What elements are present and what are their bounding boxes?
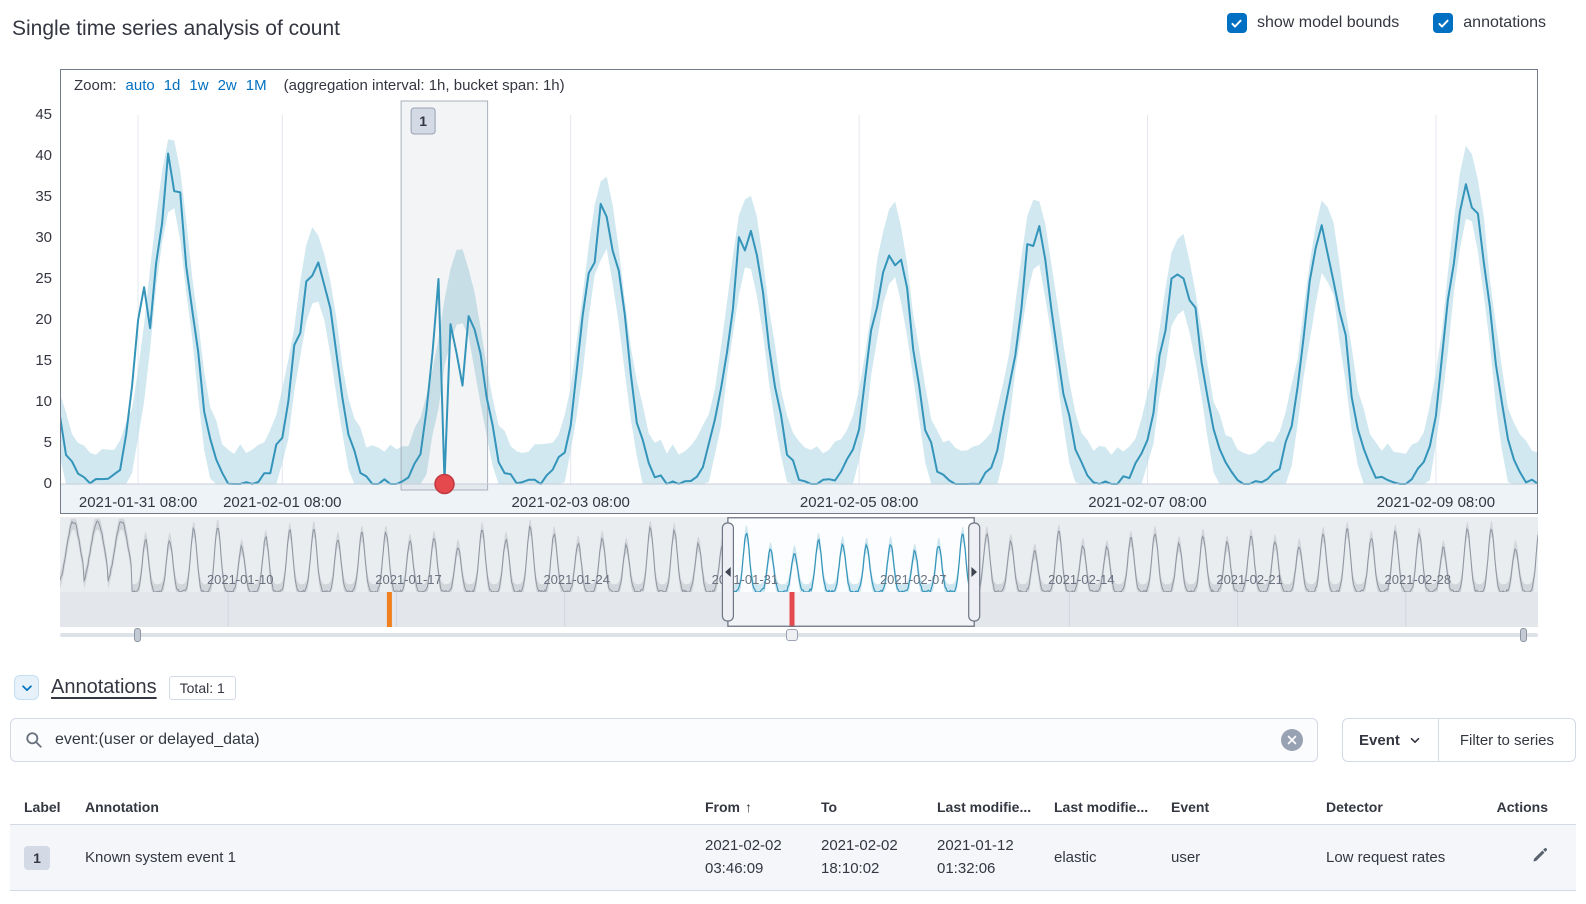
checkbox-checked-icon[interactable] (1433, 13, 1453, 33)
context-chart[interactable]: 2021-01-10 2021-01-17 2021-01-24 2021-01-31… (60, 517, 1538, 627)
cell-to: 2021-02-02 18:10:02 (821, 835, 937, 880)
header-last-modified[interactable]: Last modifie... (937, 799, 1054, 815)
cell-last-modified-by: elastic (1054, 849, 1171, 866)
sort-asc-icon: ↑ (745, 799, 752, 815)
aggregation-note: (aggregation interval: 1h, bucket span: … (284, 77, 565, 94)
y-tick-label: 30 (35, 229, 52, 246)
header-actions: Actions (1491, 799, 1576, 815)
annotations-toolbar: Event Filter to series (10, 718, 1576, 762)
zoom-2w-link[interactable]: 2w (218, 77, 237, 94)
header-detector[interactable]: Detector (1326, 799, 1491, 815)
context-tick-label: 2021-01-17 (375, 572, 442, 587)
focus-chart-panel: Zoom: auto 1d 1w 2w 1M (aggregation inte… (60, 69, 1538, 514)
anomaly-marker[interactable] (435, 474, 454, 493)
x-tick-label: 2021-02-03 08:00 (511, 494, 629, 511)
page-title: Single time series analysis of count (12, 17, 340, 41)
focus-chart[interactable]: 1 2021-01-31 08:00 2021-02-01 08:00 2021-02… (60, 69, 1538, 513)
annotations-total-badge: Total: 1 (169, 676, 236, 700)
context-tick-label: 2021-01-24 (543, 572, 610, 587)
header-from-label: From (705, 799, 740, 815)
x-tick-label: 2021-02-05 08:00 (799, 494, 917, 511)
context-anomaly-tick (790, 592, 795, 627)
cell-event: user (1171, 849, 1326, 866)
context-tick-label: 2021-02-28 (1385, 572, 1452, 587)
timeline-scrollbar[interactable] (60, 628, 1538, 643)
annotations-checkbox[interactable]: annotations (1433, 13, 1546, 33)
y-tick-label: 35 (35, 188, 52, 205)
y-tick-label: 0 (44, 475, 52, 492)
show-model-bounds-checkbox[interactable]: show model bounds (1227, 13, 1399, 33)
cell-detector: Low request rates (1326, 849, 1491, 866)
header-last-modified-by[interactable]: Last modifie... (1054, 799, 1171, 815)
x-tick-label: 2021-02-07 08:00 (1088, 494, 1206, 511)
single-metric-viewer: Single time series analysis of count sho… (0, 0, 1586, 904)
y-tick-label: 25 (35, 270, 52, 287)
header-event[interactable]: Event (1171, 799, 1326, 815)
chart-controls: show model bounds annotations (1227, 13, 1546, 33)
annotation-label-badge: 1 (24, 846, 50, 870)
event-filter-label: Event (1359, 732, 1400, 749)
cell-from: 2021-02-02 03:46:09 (705, 835, 821, 880)
context-tick-label: 2021-01-10 (207, 572, 274, 587)
y-axis: 0 5 10 15 20 25 30 35 40 45 (0, 69, 52, 513)
selection-left-handle[interactable] (722, 523, 733, 621)
y-tick-label: 40 (35, 147, 52, 164)
table-header-row: Label Annotation From ↑ To Last modifie..… (10, 794, 1576, 825)
header-label[interactable]: Label (10, 799, 85, 815)
y-tick-label: 10 (35, 393, 52, 410)
clear-search-icon[interactable] (1281, 729, 1303, 751)
zoom-label: Zoom: (74, 77, 117, 94)
context-tick-label: 2021-01-31 (712, 572, 779, 587)
annotations-section-header: Annotations Total: 1 (14, 675, 236, 700)
event-filter-button[interactable]: Event (1343, 719, 1438, 761)
checkbox-label: annotations (1463, 14, 1546, 32)
zoom-1M-link[interactable]: 1M (246, 77, 267, 94)
x-tick-label: 2021-02-09 08:00 (1376, 494, 1494, 511)
table-row: 1 Known system event 1 2021-02-02 03:46:… (10, 825, 1576, 891)
y-tick-label: 20 (35, 311, 52, 328)
annotations-search[interactable] (10, 718, 1318, 762)
cell-label: 1 (10, 846, 85, 870)
checkbox-checked-icon[interactable] (1227, 13, 1247, 33)
context-tick-label: 2021-02-07 (880, 572, 947, 587)
cell-last-modified: 2021-01-12 01:32:06 (937, 835, 1054, 880)
zoom-1w-link[interactable]: 1w (189, 77, 208, 94)
annotation-band-label[interactable]: 1 (411, 108, 435, 134)
cell-actions (1491, 847, 1576, 868)
zoom-auto-link[interactable]: auto (126, 77, 155, 94)
selection-right-handle[interactable] (969, 523, 980, 621)
annotations-section-title: Annotations (51, 676, 157, 699)
search-input[interactable] (53, 730, 1271, 750)
context-tick-label: 2021-02-14 (1048, 572, 1115, 587)
y-tick-label: 15 (35, 352, 52, 369)
header-annotation[interactable]: Annotation (85, 799, 705, 815)
scrollbar-left-handle[interactable] (134, 628, 141, 642)
edit-annotation-icon[interactable] (1531, 847, 1548, 864)
x-tick-label: 2021-02-01 08:00 (223, 494, 341, 511)
filter-to-series-label: Filter to series (1460, 732, 1554, 749)
annotations-table: Label Annotation From ↑ To Last modifie..… (10, 794, 1576, 891)
cell-annotation: Known system event 1 (85, 849, 705, 866)
y-tick-label: 5 (44, 434, 52, 451)
collapse-section-button[interactable] (14, 675, 39, 700)
svg-text:1: 1 (419, 113, 427, 129)
checkbox-label: show model bounds (1257, 14, 1399, 32)
context-anomaly-tick (387, 592, 392, 627)
annotation-band[interactable] (401, 101, 488, 490)
chevron-down-icon (20, 681, 34, 695)
chevron-down-icon (1408, 733, 1422, 747)
y-tick-label: 45 (35, 106, 52, 123)
zoom-1d-link[interactable]: 1d (164, 77, 181, 94)
scrollbar-annotation-handle[interactable] (786, 629, 798, 641)
header-from[interactable]: From ↑ (705, 799, 821, 815)
scrollbar-track[interactable] (60, 633, 1538, 637)
context-tick-label: 2021-02-21 (1216, 572, 1283, 587)
filter-to-series-button[interactable]: Filter to series (1439, 719, 1575, 761)
search-icon (25, 731, 43, 749)
header-to[interactable]: To (821, 799, 937, 815)
x-tick-label: 2021-01-31 08:00 (78, 494, 196, 511)
annotations-filter-group: Event Filter to series (1342, 718, 1576, 762)
zoom-controls: Zoom: auto 1d 1w 2w 1M (aggregation inte… (74, 77, 565, 94)
scrollbar-right-handle[interactable] (1520, 628, 1527, 642)
